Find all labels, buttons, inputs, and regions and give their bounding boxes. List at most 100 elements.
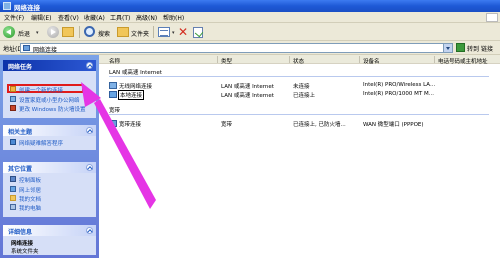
details-panel: 详细信息 网络连接 系统文件夹 [3,225,96,255]
collapse-chevron-icon[interactable] [86,227,93,234]
network-tasks-title: 网络任务 [8,64,33,71]
views-icon[interactable] [158,27,170,37]
task-label: 我的文档 [19,197,42,203]
folders-button-label[interactable]: 文件夹 [131,29,149,38]
other-places-header[interactable]: 其它位置 [3,162,96,173]
task-label: 设置家庭或小型办公网络 [19,98,80,104]
windows-logo-icon [486,13,498,22]
row-name: 宽带连接 [119,122,142,128]
folders-icon[interactable] [117,27,129,37]
address-value: 网络连接 [33,47,58,54]
task-pane: 网络任务 创建一个新的连接 设置家庭或小型办公网络 更改 Windows 防火墙… [0,55,99,258]
connections-list-view: 名称 类型 状态 设备名 电话号码或主机地址 LAN 或高速 Internet … [99,55,500,258]
see-also-header[interactable]: 相关主题 [3,125,96,136]
column-status[interactable]: 状态 [293,57,304,65]
menu-advanced[interactable]: 高级(N) [136,13,157,22]
details-title: 详细信息 [8,229,33,236]
row-status: 已连接上, 已防火墙... [293,122,346,128]
task-label: 控制面板 [19,178,42,184]
local-connection-icon [109,91,117,98]
network-folder-icon [23,45,30,51]
properties-icon[interactable] [193,27,203,38]
search-icon[interactable] [84,26,95,37]
other-places-panel: 其它位置 控制面板 网上邻居 我的文档 我的电脑 [3,162,96,217]
task-label: 我的电脑 [19,206,42,212]
network-places-icon [10,186,16,192]
column-divider[interactable] [217,56,218,63]
address-input[interactable]: 网络连接 [20,43,453,54]
row-device: Intel(R) PRO/Wireless LA... [363,82,436,88]
menu-view[interactable]: 查看(V) [58,13,79,22]
row-status: 未连接 [293,84,310,90]
toolbar-separator [153,26,154,38]
wireless-connection-icon [109,82,117,89]
task-label: 更改 Windows 防火墙设置 [19,107,86,113]
details-header[interactable]: 详细信息 [3,225,96,236]
group-divider [109,76,489,77]
row-name: 无线网络连接 [119,84,153,90]
row-type: LAN 或高速 Internet [221,84,274,90]
go-arrow-icon[interactable] [456,43,465,52]
column-phone-host[interactable]: 电话号码或主机地址 [438,57,488,65]
network-tasks-panel: 网络任务 创建一个新的连接 设置家庭或小型办公网络 更改 Windows 防火墙… [3,60,96,118]
row-status: 已连接上 [293,93,316,99]
menu-edit[interactable]: 编辑(E) [31,13,51,22]
details-kind: 系统文件夹 [11,249,39,255]
forward-arrow-icon[interactable] [47,26,59,38]
back-dropdown-icon[interactable]: ▾ [36,30,39,36]
row-name: 本地连接 [118,90,145,100]
row-type: 宽带 [221,122,233,128]
back-arrow-icon[interactable] [3,26,15,38]
new-connection-icon [10,86,16,92]
window-title: 网络连接 [14,4,40,12]
see-also-panel: 相关主题 网络疑难解答程序 [3,125,96,150]
column-header: 名称 类型 状态 设备名 电话号码或主机地址 [99,55,500,65]
column-name[interactable]: 名称 [109,57,120,65]
menu-help[interactable]: 帮助(H) [163,13,184,22]
title-bar: 网络连接 [0,0,500,12]
other-places-title: 其它位置 [8,166,33,173]
go-button-label[interactable]: 转到 [467,44,479,53]
toolbar: 后退 ▾ 搜索 文件夹 ▾ ✕ [0,23,500,41]
my-documents-icon [10,195,16,201]
task-label: 网上邻居 [19,188,42,194]
task-label: 网络疑难解答程序 [19,141,64,147]
column-device[interactable]: 设备名 [363,57,380,65]
my-computer-icon [10,204,16,210]
column-divider[interactable] [434,56,435,63]
address-dropdown-icon[interactable] [443,44,452,52]
firewall-icon [10,105,16,111]
control-panel-icon [10,176,16,182]
row-device: WAN 微型端口 (PPPOE) [363,122,424,128]
toolbar-separator [79,26,80,38]
back-button-label[interactable]: 后退 [18,29,30,38]
home-network-icon [10,96,16,102]
group-title-lan: LAN 或高速 Internet [109,70,162,76]
menu-bar: 文件(F) 编辑(E) 查看(V) 收藏(A) 工具(T) 高级(N) 帮助(H… [0,12,500,23]
address-bar: 地址(D) 网络连接 转到 链接 [0,41,500,55]
help-icon [10,139,16,145]
collapse-chevron-icon[interactable] [86,164,93,171]
details-name: 网络连接 [11,241,34,247]
views-dropdown-icon[interactable]: ▾ [172,30,175,36]
column-type[interactable]: 类型 [221,57,232,65]
network-connections-icon [3,2,11,10]
column-divider[interactable] [289,56,290,63]
collapse-chevron-icon[interactable] [86,62,93,69]
task-label: 创建一个新的连接 [19,88,64,94]
search-button-label[interactable]: 搜索 [98,29,110,38]
links-label[interactable]: 链接 [481,44,493,53]
menu-file[interactable]: 文件(F) [4,13,24,22]
group-title-broadband: 宽带 [109,108,121,114]
delete-icon[interactable]: ✕ [178,26,188,38]
group-divider [109,114,489,115]
menu-tools[interactable]: 工具(T) [110,13,130,22]
row-device: Intel(R) PRO/1000 MT M... [363,91,434,97]
row-type: LAN 或高速 Internet [221,93,274,99]
menu-favorites[interactable]: 收藏(A) [84,13,105,22]
collapse-chevron-icon[interactable] [86,127,93,134]
folder-up-icon[interactable] [62,27,74,37]
network-tasks-header[interactable]: 网络任务 [3,60,96,71]
see-also-title: 相关主题 [8,129,33,136]
column-divider[interactable] [359,56,360,63]
